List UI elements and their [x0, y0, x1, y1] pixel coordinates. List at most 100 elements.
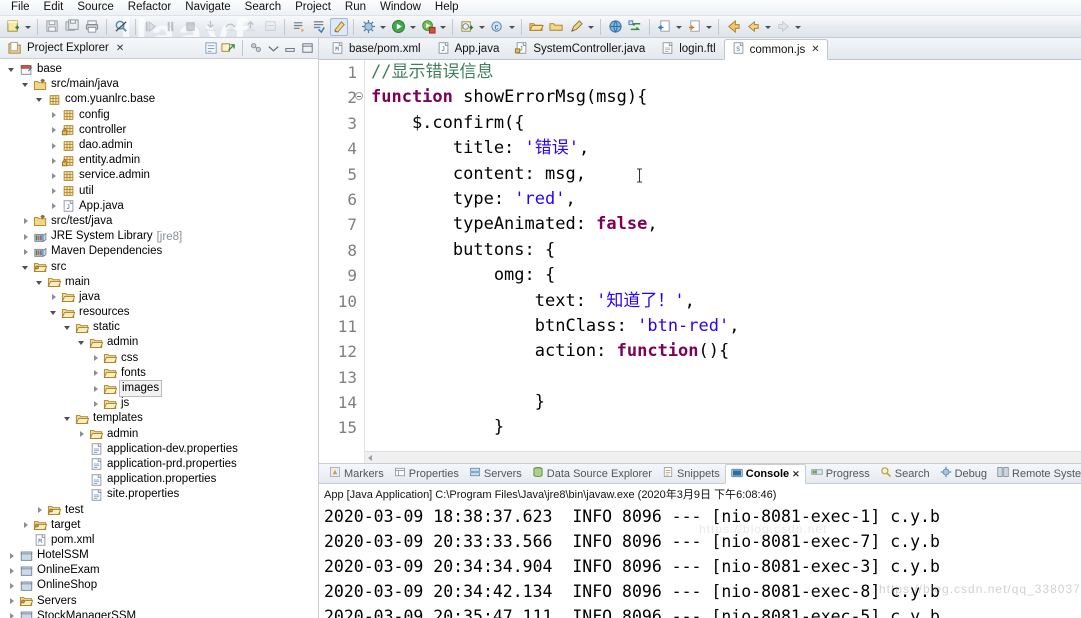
tree-item[interactable]: site.properties [0, 487, 318, 502]
expand-twisty-icon[interactable] [48, 155, 60, 167]
expand-twisty-icon[interactable] [20, 246, 32, 258]
expand-twisty-icon[interactable] [6, 610, 18, 618]
new-java-project-dropdown-icon[interactable] [477, 18, 486, 36]
drop-to-frame-icon[interactable] [261, 18, 279, 36]
step-over-icon[interactable] [221, 18, 239, 36]
tree-item[interactable]: util [0, 184, 318, 199]
menu-item-source[interactable]: Source [70, 0, 120, 15]
new-class-icon[interactable]: C [488, 18, 506, 36]
tree-item[interactable]: Maven Dependencies [0, 244, 318, 259]
scroll-left-icon[interactable] [368, 455, 372, 461]
expand-twisty-icon[interactable] [6, 565, 18, 577]
forward-icon[interactable] [774, 18, 792, 36]
tree-item[interactable]: HotelSSM [0, 548, 318, 563]
debug-icon[interactable] [359, 18, 377, 36]
menu-item-edit[interactable]: Edit [37, 0, 71, 15]
pencil-icon[interactable] [567, 18, 585, 36]
search-disabled-icon[interactable] [112, 18, 130, 36]
open-resource-icon[interactable] [547, 18, 565, 36]
external-tools-dropdown-icon[interactable] [438, 18, 447, 36]
menu-item-project[interactable]: Project [288, 0, 338, 15]
editor-tab[interactable]: J App.java [429, 39, 508, 59]
collapse-twisty-icon[interactable] [62, 322, 74, 334]
tree-item[interactable]: target [0, 518, 318, 533]
collapse-twisty-icon[interactable] [76, 337, 88, 349]
tree-item[interactable]: js [0, 396, 318, 411]
run-external-tools-icon[interactable] [419, 18, 437, 36]
tree-item[interactable]: templates [0, 411, 318, 426]
forward-back-icon[interactable] [744, 18, 762, 36]
expand-twisty-icon[interactable] [90, 383, 102, 395]
open-type-icon[interactable] [527, 18, 545, 36]
tree-item[interactable]: OnlineShop [0, 578, 318, 593]
new-java-project-icon[interactable] [458, 18, 476, 36]
run-dropdown-icon[interactable] [408, 18, 417, 36]
save-all-icon[interactable] [63, 18, 81, 36]
debug-dropdown-icon[interactable] [378, 18, 387, 36]
editor-tab[interactable]: J SystemController.java [507, 39, 653, 59]
forward-dropdown-icon[interactable] [793, 18, 802, 36]
menu-item-search[interactable]: Search [238, 0, 288, 15]
menu-item-help[interactable]: Help [428, 0, 466, 15]
close-icon[interactable]: ✕ [116, 43, 124, 54]
collapse-twisty-icon[interactable] [34, 276, 46, 288]
tree-item[interactable]: dao.admin [0, 138, 318, 153]
editor-tab[interactable]: login.ftl [653, 39, 723, 59]
run-icon[interactable] [389, 18, 407, 36]
tree-item[interactable]: StockManagerSSM [0, 609, 318, 618]
tree-item[interactable]: static [0, 320, 318, 335]
tree-item[interactable]: Mpom.xml [0, 533, 318, 548]
tree-item[interactable]: admin [0, 427, 318, 442]
tree-item[interactable]: src/main/java [0, 77, 318, 92]
back-icon[interactable] [724, 18, 742, 36]
collapse-twisty-icon[interactable] [20, 261, 32, 273]
new-class-dropdown-icon[interactable] [507, 18, 516, 36]
editor-tab[interactable]: Mbase/pom.xml [323, 39, 429, 59]
view-menu-chevron-icon[interactable] [266, 41, 281, 56]
console-tab[interactable]: Markers [324, 464, 389, 483]
import-dropdown-icon[interactable] [674, 18, 683, 36]
console-tab[interactable]: Progress [806, 464, 875, 483]
expand-twisty-icon[interactable] [48, 140, 60, 152]
tab-project-explorer[interactable]: Project Explorer ✕ [4, 38, 128, 58]
export-dropdown-icon[interactable] [704, 18, 713, 36]
menu-item-navigate[interactable]: Navigate [178, 0, 237, 15]
terminate-icon[interactable] [181, 18, 199, 36]
console-tab[interactable]: Properties [389, 464, 464, 483]
collapse-twisty-icon[interactable] [20, 79, 32, 91]
expand-twisty-icon[interactable] [48, 185, 60, 197]
export-icon[interactable] [685, 18, 703, 36]
menu-item-refactor[interactable]: Refactor [121, 0, 178, 15]
link-with-editor-icon[interactable] [221, 41, 236, 56]
collapse-twisty-icon[interactable] [62, 413, 74, 425]
step-into-icon[interactable] [201, 18, 219, 36]
tree-item[interactable]: application.properties [0, 472, 318, 487]
tree-item[interactable]: resources [0, 305, 318, 320]
expand-twisty-icon[interactable] [90, 352, 102, 364]
tree-item[interactable]: OnlineExam [0, 563, 318, 578]
console-tab[interactable]: Data Source Explorer [527, 464, 657, 483]
folding-column[interactable] [354, 60, 364, 463]
tree-item[interactable]: JRE System Library [jre8] [0, 229, 318, 244]
expand-twisty-icon[interactable] [6, 550, 18, 562]
back-dropdown-icon[interactable] [763, 18, 772, 36]
expand-twisty-icon[interactable] [20, 519, 32, 531]
tree-item[interactable]: base [0, 62, 318, 77]
code-text-area[interactable]: //显示错误信息 function showErrorMsg(msg){ $.co… [365, 60, 1081, 463]
tree-item[interactable]: entity.admin [0, 153, 318, 168]
close-icon[interactable]: ✕ [811, 44, 819, 55]
maximize-icon[interactable] [300, 41, 315, 56]
expand-twisty-icon[interactable] [20, 215, 32, 227]
expand-twisty-icon[interactable] [48, 170, 60, 182]
expand-twisty-icon[interactable] [48, 200, 60, 212]
expand-twisty-icon[interactable] [76, 428, 88, 440]
close-icon[interactable]: ✕ [792, 469, 800, 480]
suspend-icon[interactable] [161, 18, 179, 36]
step-return-icon[interactable] [241, 18, 259, 36]
view-menu-icon[interactable] [249, 41, 264, 56]
tree-item[interactable]: src [0, 259, 318, 274]
expand-twisty-icon[interactable] [34, 504, 46, 516]
new-wizard-dropdown-icon[interactable] [23, 18, 32, 36]
sync-icon[interactable] [626, 18, 644, 36]
tree-item[interactable]: css [0, 351, 318, 366]
